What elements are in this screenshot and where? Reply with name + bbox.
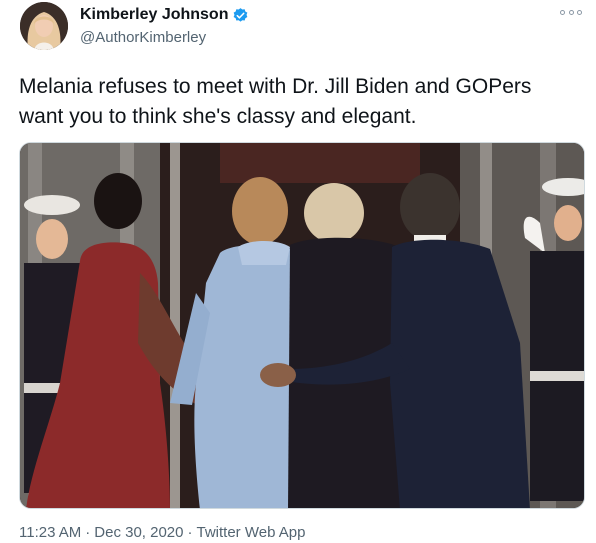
verified-badge-icon [232, 7, 249, 24]
meta-separator: · [85, 524, 91, 541]
tweet-photo[interactable] [19, 142, 585, 509]
tweet-text: Melania refuses to meet with Dr. Jill Bi… [19, 72, 584, 132]
more-options-icon[interactable] [560, 5, 582, 19]
tweet-card[interactable]: Kimberley Johnson @AuthorKimberley Melan… [0, 0, 596, 543]
tweet-meta: 11:23 AM · Dec 30, 2020 · Twitter Web Ap… [19, 524, 305, 541]
tweet-source[interactable]: Twitter Web App [197, 524, 306, 541]
display-name[interactable]: Kimberley Johnson [80, 6, 228, 24]
tweet-text-line-1: Melania refuses to meet with Dr. Jill Bi… [19, 75, 532, 98]
tweet-text-line-2: want you to think she's classy and elega… [19, 105, 417, 128]
meta-separator: · [187, 524, 193, 541]
tweet-time[interactable]: 11:23 AM [19, 524, 81, 541]
avatar[interactable] [20, 2, 68, 50]
tweet-date[interactable]: Dec 30, 2020 [94, 524, 183, 541]
handle[interactable]: @AuthorKimberley [80, 29, 206, 46]
author-name-row[interactable]: Kimberley Johnson [80, 6, 249, 24]
